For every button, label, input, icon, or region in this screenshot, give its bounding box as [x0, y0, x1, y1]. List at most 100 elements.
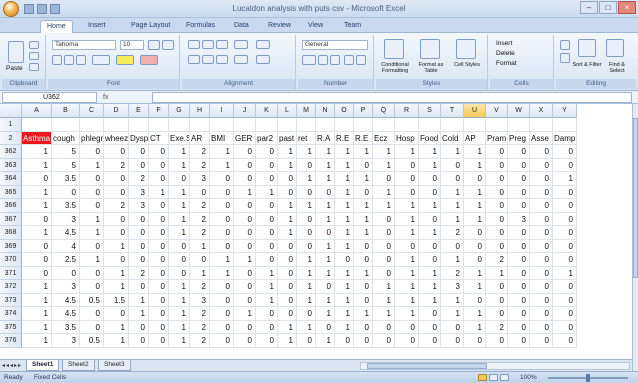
data-cell[interactable]: 0 — [508, 320, 530, 334]
data-cell[interactable]: 0 — [373, 334, 395, 348]
align-top-icon[interactable] — [188, 40, 200, 49]
data-cell[interactable]: 0 — [373, 320, 395, 334]
sort-filter-label[interactable]: Sort & Filter — [572, 62, 602, 68]
data-cell[interactable]: 0 — [486, 226, 508, 240]
tab-view[interactable]: View — [302, 20, 329, 33]
cell[interactable] — [464, 118, 486, 132]
data-cell[interactable]: 0 — [508, 158, 530, 172]
header-cell[interactable]: cough — [52, 131, 80, 145]
data-cell[interactable]: 1 — [354, 212, 373, 226]
cell[interactable] — [52, 118, 80, 132]
bold-icon[interactable] — [52, 55, 62, 65]
data-cell[interactable]: 2 — [190, 145, 210, 159]
data-cell[interactable]: 1 — [395, 212, 419, 226]
data-cell[interactable]: 0 — [395, 320, 419, 334]
header-cell[interactable]: GER — [234, 131, 256, 145]
data-cell[interactable]: 1 — [464, 266, 486, 280]
data-cell[interactable]: 0 — [530, 280, 553, 294]
data-cell[interactable]: 0 — [210, 280, 234, 294]
data-cell[interactable]: 0 — [52, 185, 80, 199]
data-cell[interactable]: 0 — [373, 212, 395, 226]
data-cell[interactable]: 0 — [508, 145, 530, 159]
data-cell[interactable]: 0 — [210, 226, 234, 240]
data-cell[interactable]: 2 — [190, 226, 210, 240]
sheet-tab-2[interactable]: Sheet2 — [62, 360, 95, 371]
data-cell[interactable]: 0 — [278, 239, 297, 253]
data-cell[interactable]: 0 — [373, 226, 395, 240]
data-cell[interactable]: 1 — [169, 280, 190, 294]
data-cell[interactable]: 0 — [530, 334, 553, 348]
cut-icon[interactable] — [29, 41, 39, 49]
data-cell[interactable]: 1 — [129, 293, 149, 307]
cell[interactable] — [278, 118, 297, 132]
zoom-slider[interactable] — [548, 374, 628, 382]
data-cell[interactable]: 1 — [419, 158, 441, 172]
data-cell[interactable]: 1 — [104, 320, 129, 334]
data-cell[interactable]: 3 — [52, 212, 80, 226]
data-cell[interactable]: 0 — [553, 253, 577, 267]
data-cell[interactable]: 1 — [104, 280, 129, 294]
data-cell[interactable]: 0 — [297, 226, 316, 240]
data-cell[interactable]: 1 — [169, 145, 190, 159]
data-cell[interactable]: 1 — [373, 158, 395, 172]
data-cell[interactable]: 0 — [80, 199, 104, 213]
data-cell[interactable]: 1 — [395, 226, 419, 240]
cell[interactable] — [441, 118, 464, 132]
data-cell[interactable]: 0 — [256, 253, 278, 267]
row-header[interactable]: 362 — [0, 145, 22, 159]
data-cell[interactable]: 0 — [530, 158, 553, 172]
data-cell[interactable]: 0 — [530, 199, 553, 213]
row-header[interactable]: 363 — [0, 158, 22, 172]
data-cell[interactable]: 0 — [335, 253, 354, 267]
data-cell[interactable]: 1 — [354, 199, 373, 213]
row-header[interactable]: 366 — [0, 199, 22, 213]
data-cell[interactable]: 0 — [419, 212, 441, 226]
cell[interactable] — [530, 118, 553, 132]
data-cell[interactable]: 0 — [52, 266, 80, 280]
data-cell[interactable]: 1 — [297, 172, 316, 186]
italic-icon[interactable] — [64, 55, 74, 65]
data-cell[interactable]: 1 — [169, 212, 190, 226]
data-cell[interactable]: 1 — [441, 145, 464, 159]
cell[interactable] — [190, 118, 210, 132]
data-cell[interactable]: 1 — [22, 185, 52, 199]
data-cell[interactable]: 0 — [149, 307, 169, 321]
cell-styles-label[interactable]: Cell Styles — [448, 62, 486, 68]
data-cell[interactable]: 4.5 — [52, 293, 80, 307]
data-cell[interactable]: 0 — [464, 253, 486, 267]
data-cell[interactable]: 3 — [441, 280, 464, 294]
data-cell[interactable]: 4.5 — [52, 226, 80, 240]
data-cell[interactable]: 0 — [553, 293, 577, 307]
autosum-icon[interactable] — [560, 40, 570, 50]
data-cell[interactable]: 1 — [464, 320, 486, 334]
data-cell[interactable]: 1 — [256, 185, 278, 199]
data-cell[interactable]: 1 — [80, 226, 104, 240]
data-cell[interactable]: 1 — [354, 172, 373, 186]
data-cell[interactable]: 0 — [486, 293, 508, 307]
data-cell[interactable]: 0 — [553, 199, 577, 213]
column-header-t[interactable]: T — [441, 104, 464, 118]
data-cell[interactable]: 0 — [129, 212, 149, 226]
data-cell[interactable]: 0 — [234, 280, 256, 294]
data-cell[interactable]: 0 — [278, 185, 297, 199]
data-cell[interactable]: 0 — [316, 280, 335, 294]
data-cell[interactable]: 0 — [419, 307, 441, 321]
data-cell[interactable]: 1 — [169, 158, 190, 172]
data-cell[interactable]: 0.5 — [80, 334, 104, 348]
data-cell[interactable]: 1 — [297, 253, 316, 267]
data-cell[interactable]: 2.5 — [52, 253, 80, 267]
sheet-tab-1[interactable]: Sheet1 — [26, 360, 60, 371]
data-cell[interactable]: 0 — [210, 307, 234, 321]
data-cell[interactable]: 1 — [22, 320, 52, 334]
data-cell[interactable]: 1 — [278, 212, 297, 226]
data-cell[interactable]: 2 — [129, 172, 149, 186]
header-cell[interactable]: Asthma — [22, 131, 52, 145]
cell[interactable] — [22, 118, 52, 132]
data-cell[interactable]: 1 — [316, 307, 335, 321]
data-cell[interactable]: 1 — [419, 199, 441, 213]
data-cell[interactable]: 2 — [441, 266, 464, 280]
data-cell[interactable]: 0 — [395, 172, 419, 186]
data-cell[interactable]: 1 — [169, 226, 190, 240]
data-cell[interactable]: 1 — [373, 293, 395, 307]
data-cell[interactable]: 0 — [441, 334, 464, 348]
